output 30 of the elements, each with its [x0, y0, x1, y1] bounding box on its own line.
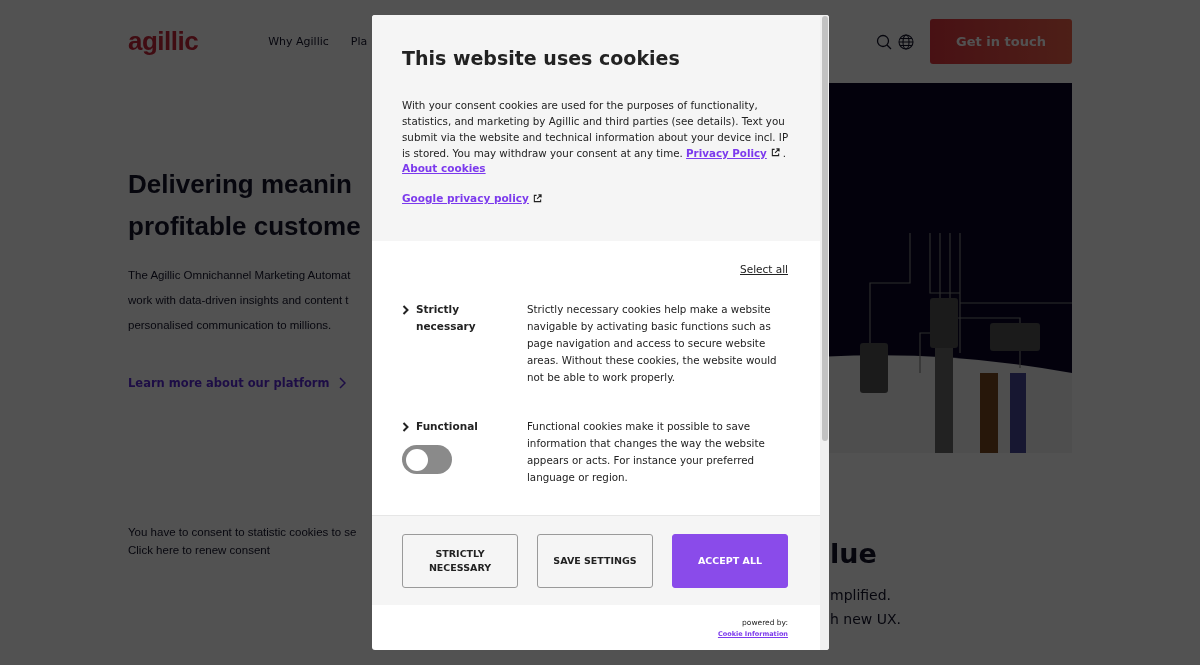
- consent-notice-text: You have to consent to statistic cookies to se: [128, 525, 357, 540]
- hero-heading: Delivering meanin: [128, 168, 352, 201]
- external-link-icon: [532, 193, 542, 203]
- privacy-policy-link[interactable]: Privacy Policy: [686, 147, 767, 159]
- category-description: Strictly necessary cookies help make a website navigable by activating basic functions such as page navigation and access to secure website areas. Without these cookies, the website would not be able to work properly.: [527, 302, 778, 385]
- external-link-icon: [770, 148, 780, 157]
- category-description: Functional cookies make it possible to save information that changes the way the website appears or acts. For instance your preferred language or region.: [527, 419, 766, 485]
- dialog-title: This website uses cookies: [402, 47, 681, 69]
- consent-button[interactable]: ACCEPT ALL: [672, 533, 788, 588]
- search-icon[interactable]: [876, 33, 892, 50]
- consent-text: With your consent cookies are used for the purposes of functionality, statistics, and marketing by Agillic and third parties (see details). Text you submit via the website and technical information about your device incl. IP is stored. You may withdraw your consent at any time. Privacy Policy .: [402, 98, 790, 161]
- scrollbar[interactable]: [820, 15, 829, 650]
- chevron-icon: [402, 305, 410, 315]
- hero-heading: profitable custome: [128, 210, 361, 243]
- google-privacy-link[interactable]: Google privacy policy: [402, 192, 529, 204]
- hero-text: The Agillic Omnichannel Marketing Automat: [128, 268, 351, 283]
- about-cookies-link[interactable]: About cookies: [402, 162, 486, 174]
- consent-button[interactable]: STRICTLY NECESSARY: [402, 533, 518, 588]
- chevron-right-icon: [339, 377, 347, 389]
- hero-text: personalised communication to millions.: [128, 318, 332, 333]
- hero-text: work with data-driven insights and content t: [128, 293, 349, 308]
- consent-button[interactable]: SAVE SETTINGS: [537, 533, 653, 588]
- select-all-link[interactable]: Select all: [740, 263, 788, 275]
- category-toggle[interactable]: Functional: [402, 418, 527, 435]
- chevron-icon: [402, 422, 410, 432]
- section-heading: lue: [830, 537, 878, 571]
- toggle-switch[interactable]: [402, 445, 452, 474]
- globe-icon[interactable]: [898, 33, 914, 50]
- section-text: mplified.: [830, 586, 893, 605]
- section-text: h new UX.: [830, 610, 902, 629]
